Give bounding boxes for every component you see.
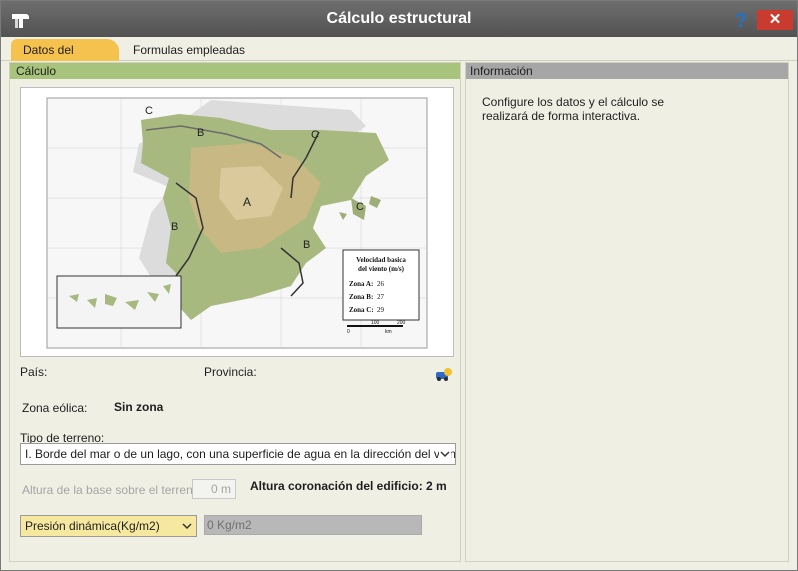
chevron-down-icon: [439, 447, 451, 461]
help-button[interactable]: ?: [731, 9, 751, 32]
informacion-text: Configure los datos y el cálculo se real…: [482, 95, 665, 123]
map-legend-title-1: Velocidad basica: [356, 256, 406, 264]
zone-c-label-nw: C: [145, 105, 153, 117]
map-legend-zone-a-value: 26: [377, 280, 385, 288]
informacion-panel: Información Configure los datos y el cál…: [465, 62, 789, 562]
wind-zone-map-image: A B B B C C C C C Velocidad basica del v…: [21, 88, 453, 356]
zone-c-label-ne: C: [311, 129, 319, 141]
map-legend-title-2: del viento (m/s): [358, 265, 405, 273]
zone-a-label: A: [243, 195, 251, 209]
altura-base-label: Altura de la base sobre el terreno:: [22, 483, 203, 497]
chevron-down-icon: [182, 523, 192, 530]
map-legend-zone-b-label: Zona B:: [349, 293, 373, 301]
informacion-panel-header: Información: [466, 63, 788, 79]
zone-c-label-baleares: C: [356, 201, 364, 213]
map-scale-unit: km: [385, 329, 392, 335]
help-icon: ?: [735, 10, 747, 32]
wind-zone-map: A B B B C C C C C Velocidad basica del v…: [20, 87, 454, 357]
zone-b-label-east: B: [303, 239, 310, 251]
altura-base-input[interactable]: 0 m: [192, 479, 236, 499]
svg-text:?: ?: [735, 10, 747, 31]
map-legend-zone-a-label: Zona A:: [349, 280, 373, 288]
map-legend-zone-c-value: 29: [377, 306, 385, 314]
presion-dinamica-select[interactable]: Presión dinámica(Kg/m2): [20, 515, 197, 537]
zona-eolica-label: Zona eólica:: [22, 401, 88, 415]
zone-b-label-north: B: [197, 127, 204, 139]
presion-dinamica-select-value: Presión dinámica(Kg/m2): [25, 519, 160, 533]
close-button[interactable]: ✕: [757, 10, 793, 30]
tab-datos-del-calculo[interactable]: Datos del cálculo: [11, 39, 119, 79]
calculo-panel: Cálculo A B B B C C C Velocidad basica d…: [9, 62, 461, 562]
map-legend-zone-b-value: 27: [377, 293, 385, 301]
calculo-window: Cálculo estructural ? ✕ Datos del cálcul…: [0, 0, 798, 571]
calculo-panel-header: Cálculo: [10, 63, 460, 79]
map-scale-tick-0: 0: [347, 329, 350, 335]
zona-eolica-value: Sin zona: [114, 400, 164, 414]
provincia-label: Provincia:: [204, 365, 257, 379]
province-select-icon[interactable]: [434, 367, 454, 381]
tab-bar: Datos del cálculo Formulas empleadas: [1, 37, 797, 79]
altura-coronacion-label: Altura coronación del edificio: 2 m: [250, 479, 447, 493]
title-bar[interactable]: Cálculo estructural ? ✕: [1, 1, 797, 37]
close-icon: ✕: [768, 11, 782, 28]
presion-dinamica-value: 0 Kg/m2: [204, 515, 422, 535]
tipo-terreno-value: I. Borde del mar o de un lago, con una s…: [25, 447, 456, 461]
pais-label: País:: [20, 365, 48, 379]
map-scale-tick-100: 100: [371, 320, 380, 326]
map-scale-tick-200: 200: [397, 320, 406, 326]
map-legend-zone-c-label: Zona C:: [349, 306, 374, 314]
tab-formulas-empleadas[interactable]: Formulas empleadas: [121, 39, 257, 61]
zone-b-label-west: B: [171, 221, 178, 233]
tipo-terreno-select[interactable]: I. Borde del mar o de un lago, con una s…: [20, 443, 456, 465]
window-title: Cálculo estructural: [326, 10, 472, 27]
